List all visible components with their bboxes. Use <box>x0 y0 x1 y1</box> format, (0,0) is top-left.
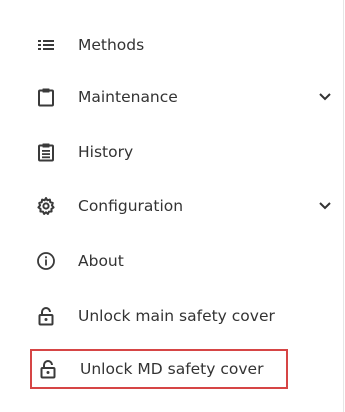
menu-item-label: About <box>78 252 124 270</box>
document-list-icon <box>36 142 56 162</box>
menu-item-unlock-main-safety-cover[interactable]: Unlock main safety cover <box>0 296 344 336</box>
highlight-box <box>30 349 288 389</box>
menu-item-label: History <box>78 143 134 161</box>
menu-item-label: Configuration <box>78 197 184 215</box>
clipboard-icon <box>36 87 56 107</box>
menu-item-configuration[interactable]: Configuration <box>0 186 344 226</box>
menu-item-label: Unlock main safety cover <box>78 307 275 325</box>
navigation-menu: Methods Maintenance History Configuratio… <box>0 0 344 412</box>
menu-item-label: Maintenance <box>78 88 178 106</box>
list-icon <box>36 35 56 55</box>
info-icon <box>36 251 56 271</box>
menu-item-about[interactable]: About <box>0 241 344 281</box>
menu-item-label: Methods <box>78 36 145 54</box>
menu-item-history[interactable]: History <box>0 132 344 172</box>
gear-icon <box>36 196 56 216</box>
menu-item-methods[interactable]: Methods <box>0 25 344 65</box>
unlock-icon <box>36 306 56 326</box>
menu-item-maintenance[interactable]: Maintenance <box>0 77 344 117</box>
chevron-down-icon[interactable] <box>318 91 332 103</box>
chevron-down-icon[interactable] <box>318 200 332 212</box>
